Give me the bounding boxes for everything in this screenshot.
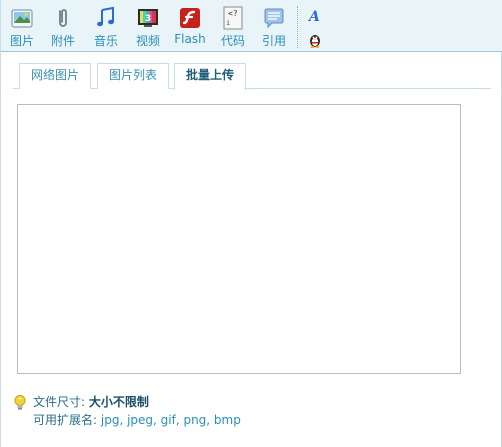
image-button[interactable]: 图片 <box>9 6 35 50</box>
video-button[interactable]: 3 视频 <box>134 6 162 50</box>
upload-tabs: 网络图片 图片列表 批量上传 <box>13 63 491 90</box>
svg-text:<?: <? <box>228 9 238 18</box>
music-button[interactable]: 音乐 <box>92 6 120 50</box>
file-size-label: 文件尺寸: <box>33 395 86 409</box>
tab-web-image[interactable]: 网络图片 <box>19 63 91 89</box>
image-button-label: 图片 <box>9 34 34 48</box>
qq-button[interactable] <box>307 32 323 48</box>
code-button[interactable]: <? i 代码 <box>219 6 247 50</box>
extensions-line: 可用扩展名: jpg, jpeg, gif, png, bmp <box>33 411 241 428</box>
attachment-button[interactable]: 附件 <box>49 6 77 50</box>
batch-upload-area[interactable] <box>17 104 461 374</box>
flash-icon <box>178 6 202 30</box>
music-icon <box>94 6 118 30</box>
paperclip-icon <box>51 6 75 30</box>
video-button-label: 视频 <box>135 34 160 48</box>
svg-text:3: 3 <box>145 14 151 24</box>
svg-text:i: i <box>226 19 230 27</box>
qq-penguin-icon <box>307 35 323 51</box>
code-button-label: 代码 <box>220 34 245 48</box>
extensions-label: 可用扩展名: <box>33 413 98 427</box>
attachment-button-label: 附件 <box>50 34 75 48</box>
svg-text:A: A <box>307 9 320 24</box>
image-icon <box>10 6 34 30</box>
file-size-line: 文件尺寸: 大小不限制 <box>33 393 149 410</box>
file-size-value: 大小不限制 <box>88 395 149 409</box>
flash-button-label: Flash <box>174 32 206 46</box>
editor-frame: 图片 附件 音乐 3 视频 Flash <? i 代码 引用 A 网络图片 图片… <box>0 0 502 447</box>
lightbulb-icon <box>13 394 27 412</box>
extensions-value: jpg, jpeg, gif, png, bmp <box>100 413 241 427</box>
music-button-label: 音乐 <box>93 34 118 48</box>
video-icon: 3 <box>136 6 160 30</box>
flash-button[interactable]: Flash <box>173 6 207 50</box>
code-icon: <? i <box>221 6 245 30</box>
tab-image-list[interactable]: 图片列表 <box>97 63 169 89</box>
font-style-button[interactable]: A <box>307 8 323 27</box>
toolbar-separator <box>297 6 298 48</box>
quote-button[interactable]: 引用 <box>260 6 288 50</box>
quote-button-label: 引用 <box>261 34 286 48</box>
tab-batch-upload[interactable]: 批量上传 <box>174 63 246 90</box>
editor-toolbar: 图片 附件 音乐 3 视频 Flash <? i 代码 引用 A <box>1 0 502 52</box>
quote-icon <box>262 6 286 30</box>
font-style-icon: A <box>307 9 323 27</box>
